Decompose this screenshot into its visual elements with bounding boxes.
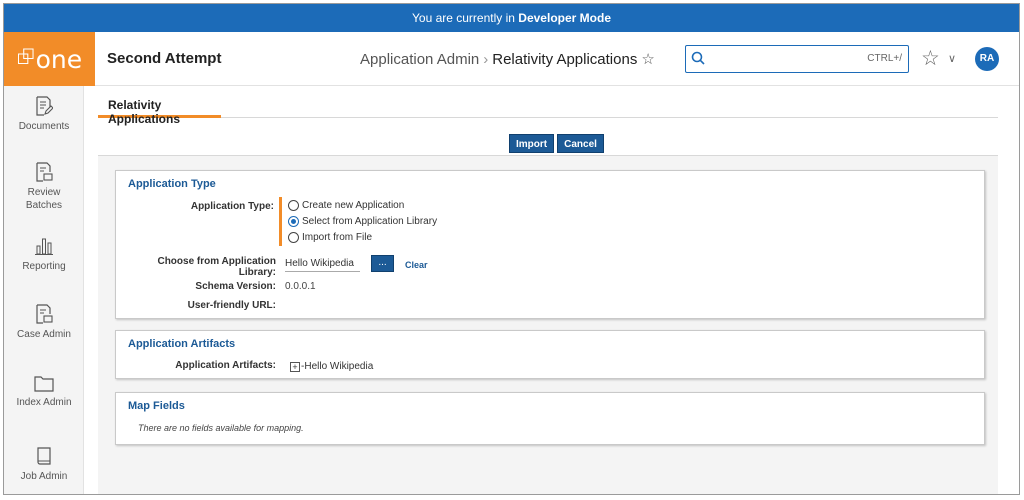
library-field[interactable]: Hello Wikipedia: [285, 256, 360, 272]
radio-unselected-icon[interactable]: [288, 199, 299, 211]
expand-plus-icon[interactable]: +: [290, 361, 300, 372]
search-icon: [691, 51, 705, 65]
breadcrumb-current: Relativity Applications: [492, 51, 638, 68]
application-artifacts-label: Application Artifacts:: [175, 360, 276, 371]
content-area: Application Type Application Type: Creat…: [98, 155, 998, 494]
tab-relativity-applications[interactable]: Relativity Applications: [98, 86, 221, 126]
application-type-panel: Application Type Application Type: Creat…: [115, 170, 985, 319]
developer-mode-label: Developer Mode: [518, 11, 611, 25]
application-type-title: Application Type: [128, 178, 216, 190]
tab-strip: Relativity Applications: [98, 86, 998, 126]
schema-version-label: Schema Version:: [195, 281, 276, 292]
library-label: Choose from Application Library:: [157, 256, 276, 278]
action-bar: Import Cancel: [509, 134, 607, 153]
radio-selected-icon[interactable]: [288, 215, 299, 227]
library-picker-button[interactable]: ...: [371, 255, 394, 272]
radio-unselected-icon[interactable]: [288, 231, 299, 243]
cancel-button[interactable]: Cancel: [557, 134, 604, 153]
folder-icon: [34, 376, 54, 392]
case-admin-icon: [36, 304, 53, 324]
application-artifacts-title: Application Artifacts: [128, 338, 236, 350]
sidebar-item-index-admin[interactable]: Index Admin: [4, 374, 84, 409]
favorite-star-icon[interactable]: ☆: [641, 51, 654, 68]
schema-version-value: 0.0.0.1: [285, 281, 316, 292]
sidebar: Documents Review Batches Reporting Case …: [4, 86, 84, 494]
radio-import-from-file[interactable]: Import from File: [288, 229, 437, 245]
breadcrumb: Application Admin › Relativity Application…: [360, 50, 655, 68]
clear-link[interactable]: Clear: [405, 260, 428, 270]
sidebar-item-reporting[interactable]: Reporting: [4, 236, 84, 273]
application-artifacts-panel: Application Artifacts Application Artifa…: [115, 330, 985, 379]
logo[interactable]: ⮺ One: [4, 32, 95, 86]
workspace-title[interactable]: Second Attempt: [107, 50, 221, 67]
developer-mode-banner: You are currently in Developer Mode: [4, 4, 1019, 32]
chevron-down-icon[interactable]: ∨: [948, 52, 956, 65]
sidebar-item-job-admin[interactable]: Job Admin: [4, 446, 84, 483]
application-type-radio-group: Create new Application Select from Appli…: [279, 197, 437, 246]
map-fields-title: Map Fields: [128, 400, 185, 412]
avatar[interactable]: RA: [975, 47, 999, 71]
radio-select-from-library[interactable]: Select from Application Library: [288, 213, 437, 229]
book-icon: [37, 447, 51, 465]
sidebar-item-review-batches[interactable]: Review Batches: [4, 162, 84, 212]
search-shortcut-hint: CTRL+/: [867, 53, 902, 64]
import-button[interactable]: Import: [509, 134, 555, 153]
chevron-right-icon: ›: [483, 51, 489, 68]
sidebar-item-case-admin[interactable]: Case Admin: [4, 304, 84, 341]
favorites-star-icon[interactable]: ☆: [921, 46, 940, 71]
app-window: You are currently in Developer Mode ⮺ One…: [3, 3, 1020, 495]
batches-icon: [36, 162, 53, 182]
radio-create-new-application[interactable]: Create new Application: [288, 197, 437, 213]
user-friendly-url-label: User-friendly URL:: [187, 300, 276, 311]
bar-chart-icon: [35, 238, 53, 255]
search-input[interactable]: CTRL+/: [685, 45, 909, 73]
application-type-label: Application Type:: [190, 201, 274, 212]
top-bar: ⮺ One Second Attempt Application Admin › Re…: [4, 32, 1019, 86]
breadcrumb-parent[interactable]: Application Admin: [360, 51, 479, 68]
map-fields-panel: Map Fields There are no fields available…: [115, 392, 985, 445]
artifact-tree-item[interactable]: + - Hello Wikipedia: [290, 361, 373, 372]
logo-mark-icon: ⮺: [16, 45, 35, 70]
sidebar-item-documents[interactable]: Documents: [4, 96, 84, 133]
document-edit-icon: [36, 96, 53, 116]
map-fields-empty-message: There are no fields available for mappin…: [138, 423, 304, 433]
